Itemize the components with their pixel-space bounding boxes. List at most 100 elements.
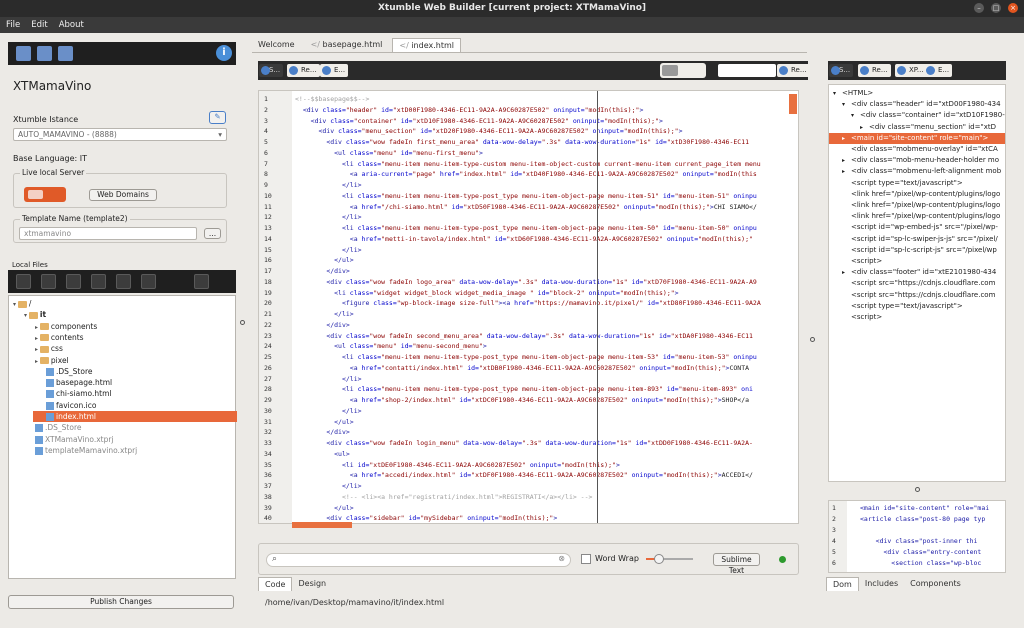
tab-includes[interactable]: Includes	[859, 577, 904, 591]
expand-icon[interactable]: ▸	[842, 267, 851, 278]
dom-node[interactable]: ▸ <div class="mob-menu-header-holder mo	[829, 155, 999, 166]
tree-file[interactable]: index.html	[33, 411, 237, 422]
dom-node[interactable]: ▾ <div class="container" id="xtD10F1980-4	[829, 110, 1005, 121]
sublime-text-button[interactable]: Sublime Text	[713, 553, 760, 575]
tree-folder[interactable]: ▸ pixel	[35, 355, 69, 366]
rename-icon[interactable]	[41, 274, 56, 289]
dom-splitter-handle[interactable]	[915, 487, 920, 492]
new-folder-icon[interactable]	[66, 274, 81, 289]
tree-folder[interactable]: ▸ components	[35, 321, 97, 332]
collapse-icon[interactable]: ▾	[833, 88, 842, 99]
clear-icon[interactable]: ⊗	[558, 554, 565, 563]
dom-node[interactable]: <script>	[829, 312, 882, 323]
word-wrap-checkbox[interactable]	[581, 554, 591, 564]
editor-search-field[interactable]	[718, 64, 776, 77]
maximize-icon[interactable]: □	[991, 3, 1001, 13]
dom-node[interactable]: <script src="https://cdnjs.cloudflare.co…	[829, 278, 995, 289]
code-line: </ul>	[334, 503, 354, 512]
sync-icon[interactable]	[141, 274, 156, 289]
tree-file[interactable]: .DS_Store	[46, 366, 93, 377]
dom-node[interactable]: <script type="text/javascript">	[829, 178, 963, 189]
template-name-field[interactable]: xtmamavino	[19, 227, 197, 240]
tree-file[interactable]: chi-siamo.html	[46, 388, 112, 399]
dom-structure-button[interactable]: S...	[829, 64, 854, 77]
tab-welcome[interactable]: Welcome	[252, 38, 301, 52]
dom-node[interactable]: ▸ <div class="menu_section" id="xtD	[829, 122, 996, 133]
reload-button[interactable]: Re...	[287, 64, 320, 77]
dom-reload-button[interactable]: Re...	[858, 64, 891, 77]
right-splitter-handle[interactable]	[810, 337, 815, 342]
tree-file[interactable]: basepage.html	[46, 377, 112, 388]
menu-edit[interactable]: Edit	[31, 20, 47, 30]
tab-basepage[interactable]: </ basepage.html	[305, 38, 389, 52]
template-browse-button[interactable]: ...	[204, 228, 221, 239]
dom-node[interactable]: ▸ <main id="site-content" role="main">	[829, 132, 1005, 144]
dom-node[interactable]: <link href="/pixel/wp-content/plugins/lo…	[829, 211, 1000, 222]
tree-folder[interactable]: ▸ css	[35, 343, 63, 354]
dom-node[interactable]: ▸ <div class="footer" id="xtE2101980-434	[829, 267, 996, 278]
zoom-slider-handle[interactable]	[654, 554, 664, 564]
dom-node[interactable]: <script type="text/javascript">	[829, 301, 963, 312]
dom-node[interactable]: <div class="mobmenu-overlay" id="xtCA	[829, 144, 998, 155]
line-number: 10	[264, 191, 272, 200]
edit-button[interactable]: E...	[320, 64, 349, 77]
trash-icon[interactable]	[194, 274, 209, 289]
dom-node[interactable]: <link href="/pixel/wp-content/plugins/lo…	[829, 200, 1000, 211]
code-editor[interactable]: 1 2 3 4 5 6 7 8 9 10 11 12 13 14 15 16 17 18 19 20 21 22 23 24 2…	[258, 90, 799, 524]
new-file-icon[interactable]	[16, 46, 31, 61]
dom-node[interactable]: <script id="sp-lc-swiper-js-js" src="/pi…	[829, 234, 998, 245]
find-field[interactable]: ⌕ ⊗	[266, 553, 571, 567]
edit-instance-button[interactable]: ✎	[209, 111, 226, 124]
publish-changes-button[interactable]: Publish Changes	[8, 595, 234, 609]
tree-file[interactable]: .DS_Store	[35, 422, 82, 433]
expand-icon[interactable]: ▸	[842, 133, 851, 144]
tree-file[interactable]: templateMamavino.xtprj	[35, 445, 137, 456]
dom-node[interactable]: <script src="https://cdnjs.cloudflare.co…	[829, 290, 995, 301]
dom-node[interactable]: ▾ <div class="header" id="xtD00F1980-434	[829, 99, 1001, 110]
menu-about[interactable]: About	[59, 20, 84, 30]
add-file-icon[interactable]	[16, 274, 31, 289]
tree-folder[interactable]: ▸ contents	[35, 332, 84, 343]
tree-file[interactable]: XTMamaVino.xtprj	[35, 434, 114, 445]
left-splitter-handle[interactable]	[240, 320, 245, 325]
tab-dom[interactable]: Dom	[826, 577, 859, 591]
tab-design[interactable]: Design	[292, 577, 332, 591]
expand-icon[interactable]: ▸	[860, 122, 869, 133]
dom-node[interactable]: <script id="sp-lc-script-js" src="/pixel…	[829, 245, 997, 256]
tab-components[interactable]: Components	[904, 577, 967, 591]
view-toggle[interactable]	[660, 63, 706, 78]
tree-folder[interactable]: ▾ /	[13, 298, 31, 309]
globe-icon[interactable]	[116, 274, 131, 289]
web-domains-button[interactable]: Web Domains	[89, 189, 157, 201]
tab-code[interactable]: Code	[258, 577, 293, 591]
editor-scrollbar[interactable]	[789, 94, 797, 114]
expand-icon[interactable]: ▸	[842, 166, 851, 177]
open-project-icon[interactable]	[37, 46, 52, 61]
structure-button[interactable]: S...	[259, 64, 284, 77]
delete-file-icon[interactable]	[91, 274, 106, 289]
tree-folder[interactable]: ▾ it	[24, 309, 46, 320]
collapse-icon[interactable]: ▾	[851, 110, 860, 121]
info-icon[interactable]: i	[216, 45, 232, 61]
dom-node[interactable]: ▸ <div class="mobmenu-left-alignment mob	[829, 166, 1001, 177]
close-icon[interactable]: ×	[1008, 3, 1018, 13]
zoom-slider[interactable]	[646, 554, 693, 564]
instance-select[interactable]: AUTO_MAMAVINO - (8888) ▾	[13, 128, 227, 141]
collapse-icon[interactable]: ▾	[842, 99, 851, 110]
tree-file[interactable]: favicon.ico	[46, 400, 96, 411]
xpath-button[interactable]: XP...	[895, 64, 927, 77]
expand-icon[interactable]: ▸	[842, 155, 851, 166]
dom-node[interactable]: <link href="/pixel/wp-content/plugins/lo…	[829, 189, 1000, 200]
dom-node[interactable]: <script>	[829, 256, 882, 267]
save-icon[interactable]	[58, 46, 73, 61]
tab-index[interactable]: </ index.html	[392, 38, 461, 52]
dom-node[interactable]: ▾ <HTML>	[829, 88, 873, 99]
minimize-icon[interactable]: –	[974, 3, 984, 13]
dom-edit-button[interactable]: E...	[924, 64, 953, 77]
refresh-button[interactable]: Re...	[777, 64, 810, 77]
dom-code-preview[interactable]: 1 <main id="site-content" role="mai 2 <arti…	[828, 500, 1006, 573]
menu-file[interactable]: File	[6, 20, 20, 30]
dom-node[interactable]: <script id="wp-embed-js" src="/pixel/wp-	[829, 222, 998, 233]
editor-hscrollbar[interactable]	[292, 522, 352, 528]
editor-tabs: Welcome </ basepage.html </ index.html	[252, 38, 461, 52]
